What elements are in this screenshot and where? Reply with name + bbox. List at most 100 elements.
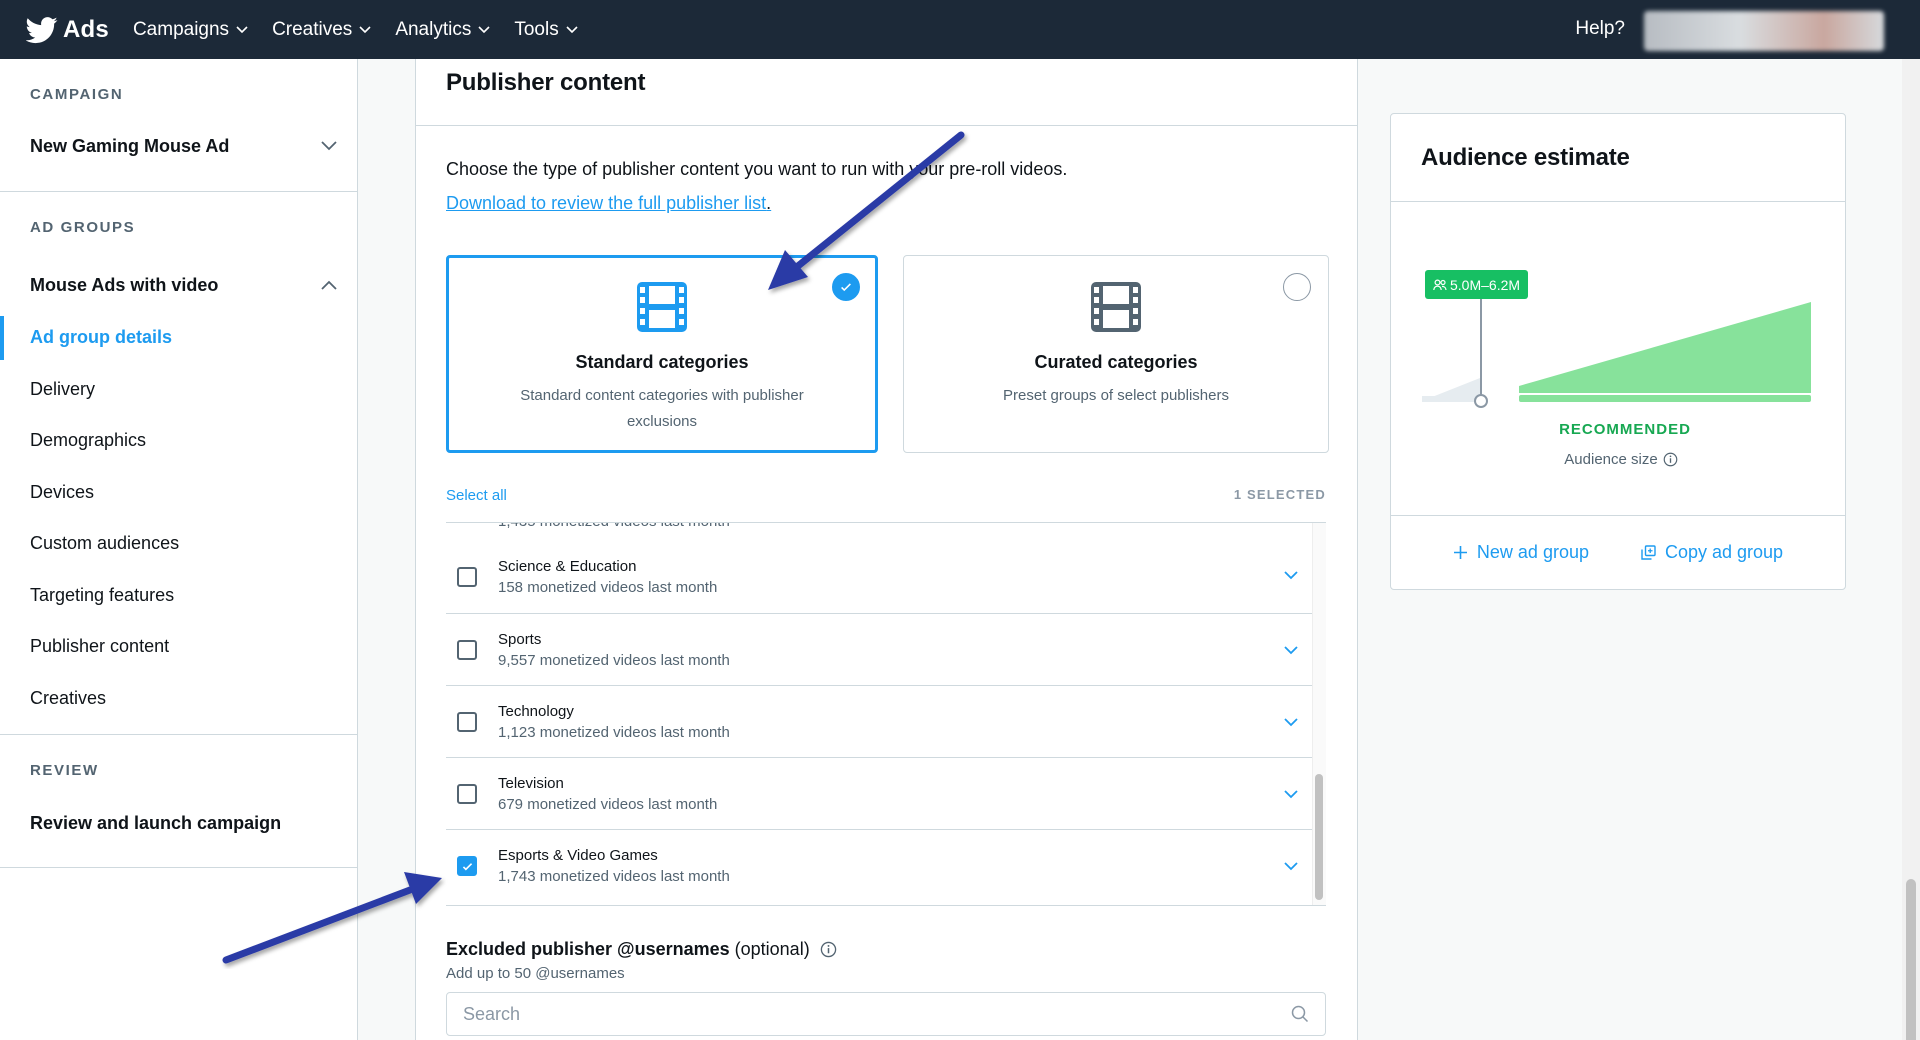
search-icon[interactable] [1291, 1005, 1309, 1023]
row-text: Science & Education 158 monetized videos… [498, 558, 717, 596]
chevron-up-icon [321, 280, 337, 290]
main-nav: Campaigns Creatives Analytics Tools [133, 19, 602, 41]
category-count: 679 monetized videos last month [498, 795, 718, 813]
sidebar: CAMPAIGN New Gaming Mouse Ad AD GROUPS M… [0, 59, 358, 1040]
excluded-publishers-hint: Add up to 50 @usernames [446, 965, 625, 982]
checkbox-checked[interactable] [457, 856, 477, 876]
page-title: Publisher content [416, 59, 1357, 126]
copy-ad-group-button[interactable]: Copy ad group [1641, 542, 1783, 563]
chevron-down-icon [236, 25, 248, 33]
curated-categories-card[interactable]: Curated categories Preset groups of sele… [903, 255, 1329, 453]
ad-group-toggle[interactable]: Mouse Ads with video [0, 248, 357, 312]
list-item[interactable]: Science & Education 158 monetized videos… [446, 523, 1312, 614]
nav-label: Campaigns [132, 18, 230, 40]
card-description: Preset groups of select publishers [1003, 387, 1229, 404]
audience-actions: New ad group Copy ad group [1391, 516, 1845, 589]
info-icon[interactable] [820, 941, 837, 958]
help-link[interactable]: Help? [1575, 18, 1625, 40]
card-title: Curated categories [1034, 352, 1198, 372]
audience-range: 5.0M–6.2M [1450, 276, 1521, 293]
list-scrollbar[interactable] [1312, 523, 1326, 905]
list-scrollbar-thumb[interactable] [1315, 774, 1323, 900]
top-navigation-bar: Ads Campaigns Creatives Analytics Tools … [0, 0, 1920, 59]
campaign-name: New Gaming Mouse Ad [30, 135, 230, 156]
chevron-down-icon [478, 25, 490, 33]
check-icon [462, 862, 472, 870]
ad-groups-section-label: AD GROUPS [30, 219, 136, 236]
campaign-selector[interactable]: New Gaming Mouse Ad [0, 115, 357, 191]
category-count: 1,743 monetized videos last month [498, 868, 730, 885]
brand-name: Ads [63, 15, 109, 43]
category-count: 9,557 monetized videos last month [498, 651, 730, 669]
category-count: 1,123 monetized videos last month [498, 723, 730, 741]
new-ad-group-label: New ad group [1476, 542, 1589, 562]
twitter-bird-icon [26, 16, 58, 43]
film-icon [637, 282, 687, 332]
ad-group-name: Mouse Ads with video [30, 274, 219, 295]
checkbox[interactable] [457, 567, 477, 587]
list-item[interactable]: Television 679 monetized videos last mon… [446, 758, 1312, 830]
standard-categories-card[interactable]: Standard categories Standard content cat… [446, 255, 878, 453]
category-name: Television [498, 774, 564, 792]
card-description: Standard content categories with publish… [520, 387, 804, 430]
chevron-down-icon [359, 25, 371, 33]
nav-creatives[interactable]: Creatives [272, 19, 371, 41]
download-publisher-list-link[interactable]: Download to review the full publisher li… [446, 193, 771, 214]
recommended-label: RECOMMENDED [1559, 421, 1691, 438]
intro-text: Choose the type of publisher content you… [446, 159, 1068, 179]
sidebar-item-devices[interactable]: Devices [0, 467, 357, 519]
nav-label: Creatives [272, 18, 353, 40]
chevron-down-icon[interactable] [1284, 571, 1298, 580]
sidebar-item-publisher-content[interactable]: Publisher content [0, 621, 357, 673]
chevron-down-icon[interactable] [1284, 718, 1298, 727]
sidebar-item-creatives[interactable]: Creatives [0, 673, 357, 725]
review-and-launch-link[interactable]: Review and launch campaign [0, 791, 357, 867]
plus-icon [1453, 546, 1467, 559]
chevron-down-icon[interactable] [1284, 790, 1298, 799]
search-input[interactable] [463, 1003, 1263, 1025]
brand[interactable]: Ads [26, 14, 109, 46]
username-search-box [446, 992, 1326, 1036]
download-link-period: . [766, 193, 772, 213]
copy-ad-group-label: Copy ad group [1664, 542, 1784, 562]
list-item[interactable]: Sports 9,557 monetized videos last month [446, 614, 1312, 686]
select-all-link[interactable]: Select all [446, 487, 507, 504]
category-count: 158 monetized videos last month [498, 579, 718, 596]
page-scrollbar[interactable] [1902, 59, 1920, 1040]
checkbox[interactable] [457, 639, 477, 660]
audience-estimate-title: Audience estimate [1391, 114, 1845, 202]
sidebar-item-ad-group-details[interactable]: Ad group details [0, 312, 357, 364]
chevron-down-icon[interactable] [1284, 646, 1298, 655]
checkbox[interactable] [457, 711, 477, 732]
chevron-down-icon[interactable] [1284, 862, 1298, 871]
row-text: Television 679 monetized videos last mon… [498, 775, 717, 813]
category-list: 1,435 monetized videos last month Scienc… [446, 522, 1326, 906]
new-ad-group-button[interactable]: New ad group [1453, 542, 1589, 563]
page-scrollbar-thumb[interactable] [1906, 879, 1916, 1040]
sidebar-item-targeting-features[interactable]: Targeting features [0, 570, 357, 622]
checkbox[interactable] [457, 783, 477, 804]
nav-tools[interactable]: Tools [514, 19, 578, 41]
category-name: Technology [498, 702, 574, 720]
info-icon[interactable] [1663, 452, 1678, 467]
sidebar-item-delivery[interactable]: Delivery [0, 364, 357, 416]
selected-count: 1 SELECTED [1233, 487, 1326, 502]
sidebar-review-section: REVIEW Review and launch campaign [0, 735, 357, 868]
list-item[interactable]: Esports & Video Games 1,743 monetized vi… [446, 830, 1312, 902]
row-text: Technology 1,123 monetized videos last m… [498, 703, 730, 741]
account-menu[interactable] [1644, 11, 1884, 51]
excluded-optional: (optional) [734, 939, 810, 959]
list-item[interactable]: Technology 1,123 monetized videos last m… [446, 686, 1312, 758]
sidebar-item-custom-audiences[interactable]: Custom audiences [0, 518, 357, 570]
chevron-down-icon [566, 25, 578, 33]
card-radio-selected[interactable] [832, 273, 860, 301]
publisher-content-panel: Publisher content Choose the type of pub… [415, 59, 1358, 1040]
category-name: Science & Education [498, 558, 637, 575]
sidebar-item-demographics[interactable]: Demographics [0, 415, 357, 467]
nav-campaigns[interactable]: Campaigns [133, 19, 248, 41]
nav-analytics[interactable]: Analytics [395, 19, 490, 41]
audience-estimate-graphic: 5.0M–6.2M RECOMMENDED Audience size [1391, 202, 1845, 516]
card-title: Standard categories [575, 352, 749, 372]
nav-label: Analytics [395, 18, 472, 40]
card-radio[interactable] [1283, 273, 1311, 301]
